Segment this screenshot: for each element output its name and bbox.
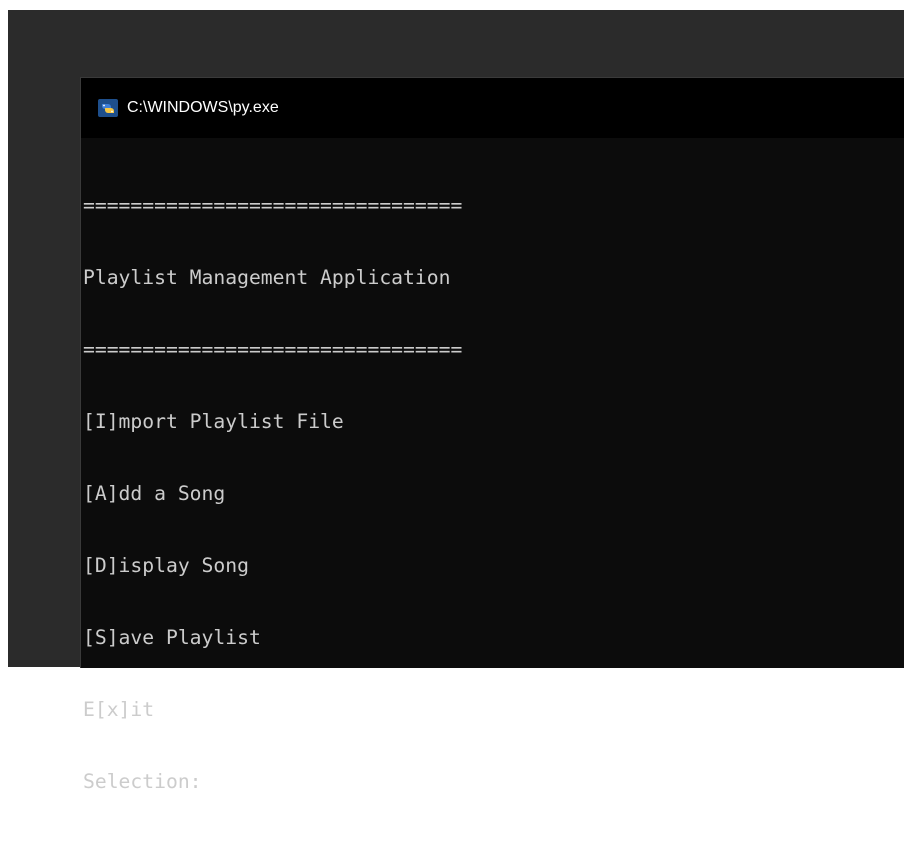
app-heading: Playlist Management Application (83, 266, 451, 289)
python-icon (97, 98, 119, 118)
separator-line-top: ================================ (83, 194, 463, 217)
menu-option-save: [S]ave Playlist (83, 626, 261, 649)
menu-option-import: [I]mport Playlist File (83, 410, 344, 433)
selection-prompt[interactable]: Selection: (83, 770, 462, 794)
separator-line-bottom: ================================ (83, 338, 463, 361)
menu-option-display: [D]isplay Song (83, 554, 249, 577)
menu-option-add: [A]dd a Song (83, 482, 226, 505)
console-output[interactable]: ================================ Playlis… (83, 146, 462, 842)
window-title: C:\WINDOWS\py.exe (127, 99, 279, 116)
menu-option-exit: E[x]it (83, 698, 155, 721)
title-bar[interactable]: C:\WINDOWS\py.exe (81, 78, 904, 138)
console-window[interactable]: C:\WINDOWS\py.exe ======================… (80, 77, 904, 793)
